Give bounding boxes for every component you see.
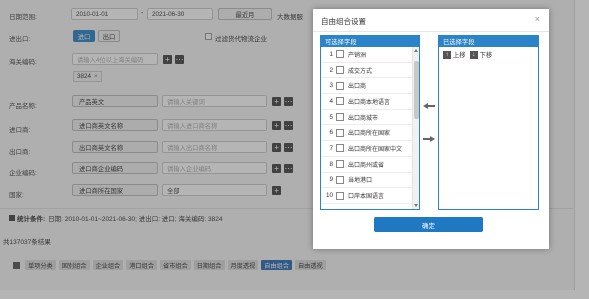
field-number: 1 [329, 50, 333, 58]
field-number: 10 [325, 192, 333, 200]
field-checkbox[interactable] [336, 81, 344, 90]
field-checkbox[interactable] [336, 113, 344, 122]
selected-fields-title: 已选择字段 [439, 36, 538, 47]
field-number: 6 [329, 129, 333, 137]
field-number: 8 [329, 160, 333, 168]
field-number: 2 [329, 66, 333, 74]
field-option[interactable]: 3 出口商 [321, 78, 412, 95]
free-combination-dialog: 自由组合设置 × 可选择字段 1 产销洲 2 成交方式 3 出口商 4 出口商本地语言 5 出口商… [313, 9, 549, 249]
move-down-label: 下移 [479, 52, 493, 59]
available-fields-list: 1 产销洲 2 成交方式 3 出口商 4 出口商本地语言 5 出口商城市 6 出口商所在国家 7 出口商所… [321, 47, 412, 204]
move-up-label: 上移 [453, 52, 466, 59]
field-label: 出口商所在国家中文 [348, 146, 403, 153]
field-label: 产销洲 [348, 52, 367, 59]
field-option[interactable]: 9 当地港口 [321, 173, 412, 189]
arrow-up-icon: ↑ [443, 50, 451, 59]
field-checkbox[interactable] [336, 66, 344, 75]
field-option[interactable]: 10 口岸本国语言 [321, 188, 412, 204]
field-label: 出口商所在国家 [348, 131, 391, 138]
field-number: 3 [329, 82, 333, 90]
available-fields-title: 可选择字段 [321, 36, 419, 47]
move-up-button[interactable]: ↑ 上移 [443, 50, 466, 59]
selected-fields-panel: 已选择字段 ↑ 上移 ↓ 下移 [438, 35, 539, 210]
field-checkbox[interactable] [336, 191, 344, 200]
dialog-header-divider [313, 31, 549, 32]
field-label: 出口商州或省 [348, 162, 385, 169]
field-label: 当地港口 [348, 178, 373, 185]
field-checkbox[interactable] [336, 160, 344, 169]
move-right-icon[interactable] [423, 136, 435, 142]
field-checkbox[interactable] [336, 175, 344, 184]
field-number: 4 [329, 97, 333, 105]
move-down-button[interactable]: ↓ 下移 [469, 50, 493, 59]
close-icon[interactable]: × [535, 14, 540, 24]
move-left-icon[interactable] [423, 103, 435, 109]
field-option[interactable]: 4 出口商本地语言 [321, 94, 412, 110]
confirm-button[interactable]: 确定 [374, 217, 483, 232]
field-label: 出口商本地语言 [348, 99, 391, 106]
field-option[interactable]: 8 出口商州或省 [321, 157, 412, 173]
field-label: 出口商 [348, 84, 367, 91]
field-option[interactable]: 2 成交方式 [321, 63, 412, 79]
available-fields-panel: 可选择字段 1 产销洲 2 成交方式 3 出口商 4 出口商本地语言 5 出口商城市 6 出口商所在国… [320, 35, 420, 210]
field-label: 成交方式 [348, 68, 373, 75]
field-checkbox[interactable] [336, 128, 344, 137]
scrollbar[interactable] [412, 47, 419, 209]
field-label: 出口商城市 [348, 115, 379, 122]
scroll-thumb[interactable] [414, 61, 419, 119]
field-option[interactable]: 1 产销洲 [321, 47, 412, 63]
field-option[interactable]: 5 出口商城市 [321, 110, 412, 126]
field-label: 口岸本国语言 [348, 194, 385, 201]
scroll-up-icon[interactable] [414, 49, 418, 52]
field-checkbox[interactable] [336, 50, 344, 59]
field-checkbox[interactable] [336, 144, 344, 153]
scroll-down-icon[interactable] [414, 204, 418, 207]
field-number: 7 [329, 144, 333, 152]
reorder-toolbar: ↑ 上移 ↓ 下移 [439, 47, 538, 59]
field-number: 5 [329, 113, 333, 121]
arrow-down-icon: ↓ [469, 50, 478, 59]
field-option[interactable]: 7 出口商所在国家中文 [321, 141, 412, 157]
field-option[interactable]: 6 出口商所在国家 [321, 125, 412, 142]
field-number: 9 [329, 176, 333, 184]
field-checkbox[interactable] [336, 97, 344, 106]
dialog-title: 自由组合设置 [321, 17, 366, 26]
